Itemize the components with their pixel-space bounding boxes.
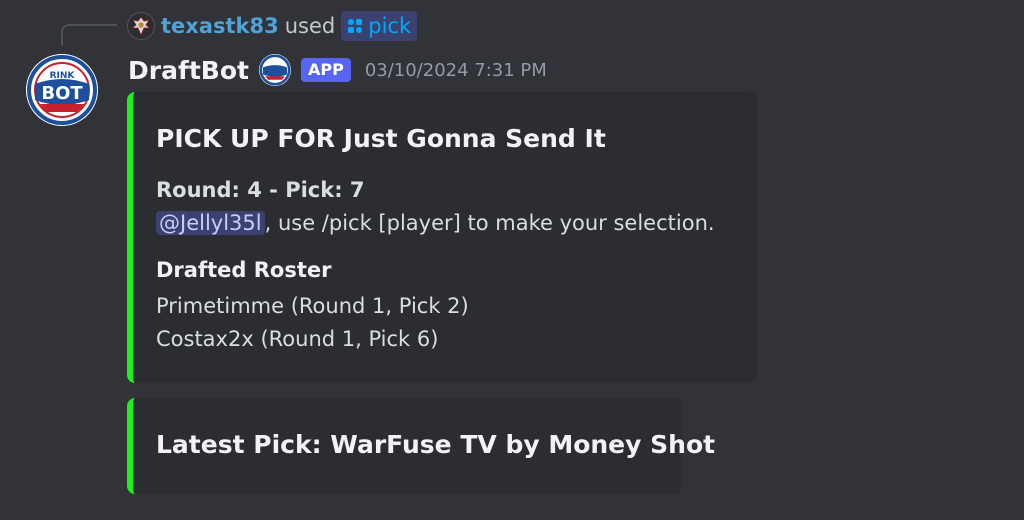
- rink-bot-logo-icon: RINK BOT: [26, 54, 98, 126]
- instruction-text: , use /pick [player] to make your select…: [264, 211, 715, 235]
- app-tag: APP: [300, 58, 351, 82]
- roster-heading: Drafted Roster: [156, 258, 332, 282]
- embed-title: Latest Pick: WarFuse TV by Money Shot: [156, 430, 716, 459]
- embed-title: PICK UP FOR Just Gonna Send It: [156, 124, 606, 153]
- user-avatar[interactable]: [127, 12, 155, 40]
- logo-bot-text: BOT: [41, 83, 83, 104]
- reply-username[interactable]: texastk83: [161, 10, 279, 42]
- roster-item: Primetimme (Round 1, Pick 2): [156, 294, 469, 318]
- command-chip[interactable]: pick: [341, 11, 418, 41]
- eagle-emblem-icon: [130, 16, 152, 37]
- reply-verb: used: [284, 14, 336, 38]
- round-pick-line: Round: 4 - Pick: 7: [156, 178, 365, 202]
- rink-bot-mini-logo-icon: [258, 54, 291, 86]
- roster-item: Costax2x (Round 1, Pick 6): [156, 327, 439, 351]
- pick-up-embed: PICK UP FOR Just Gonna Send It Round: 4 …: [127, 92, 757, 383]
- user-mention[interactable]: @Jellyl35l: [156, 211, 265, 235]
- chat-message: texastk83 used pick RINK BOT DraftBot AP…: [0, 0, 1024, 520]
- app-command-icon: [348, 19, 363, 33]
- roster-list: Primetimme (Round 1, Pick 2) Costax2x (R…: [156, 290, 469, 356]
- bot-avatar[interactable]: RINK BOT: [26, 54, 98, 126]
- instruction-line: @Jellyl35l , use /pick [player] to make …: [156, 207, 715, 239]
- command-usage-line: texastk83 used pick: [127, 10, 418, 42]
- reply-spine: [61, 24, 117, 46]
- logo-rink-text: RINK: [50, 71, 76, 81]
- author-badge-icon: [258, 54, 291, 86]
- message-header: DraftBot APP 03/10/2024 7:31 PM: [128, 52, 547, 88]
- latest-pick-embed: Latest Pick: WarFuse TV by Money Shot: [127, 398, 715, 494]
- author-name[interactable]: DraftBot: [128, 56, 249, 85]
- message-timestamp: 03/10/2024 7:31 PM: [364, 59, 547, 81]
- command-name: pick: [368, 14, 412, 38]
